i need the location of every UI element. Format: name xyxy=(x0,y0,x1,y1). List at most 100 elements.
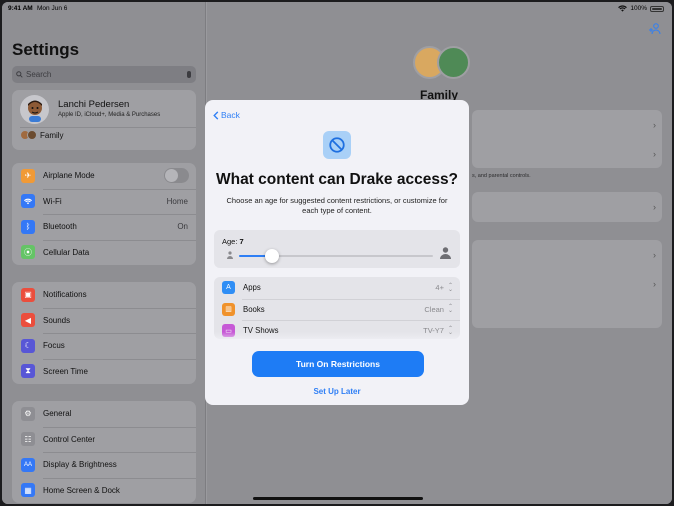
age-slider[interactable] xyxy=(239,249,433,263)
sidebar-item-display-brightness[interactable]: AA Display & Brightness xyxy=(12,452,196,478)
sidebar-item-wifi[interactable]: Wi-Fi Home xyxy=(12,188,196,215)
background-card: › › xyxy=(472,240,662,328)
background-card: › xyxy=(472,192,662,222)
airplane-icon: ✈ xyxy=(21,168,35,183)
content-type-list: A Apps 4+ ⌃⌄ ▥ Books Clean ⌃⌄ ▭ TV Shows… xyxy=(214,277,460,339)
sidebar-item-label: Home Screen & Dock xyxy=(43,485,120,495)
chevron-left-icon xyxy=(213,110,219,120)
sidebar-item-label: Control Center xyxy=(43,434,96,444)
chevron-right-icon: › xyxy=(653,202,656,212)
sliders-icon: ☷ xyxy=(21,432,35,447)
age-label-prefix: Age: xyxy=(222,237,240,246)
sidebar-item-label: Focus xyxy=(43,341,65,351)
home-indicator[interactable] xyxy=(253,497,423,500)
sidebar-item-label: Notifications xyxy=(43,290,87,300)
content-restrictions-sheet: Back What content can Drake access? Choo… xyxy=(205,100,469,405)
chevron-right-icon: › xyxy=(653,149,656,159)
background-note: s, and parental controls. xyxy=(472,173,531,179)
search-icon xyxy=(16,71,23,78)
age-label: Age: 7 xyxy=(222,237,244,246)
bell-icon: ▣ xyxy=(21,287,35,302)
microphone-icon[interactable] xyxy=(187,71,191,78)
scroll-fade xyxy=(205,332,469,344)
status-right: 100% xyxy=(618,5,664,12)
chevron-up-down-icon: ⌃⌄ xyxy=(447,304,453,315)
settings-group-notifications: ▣ Notifications ◀ Sounds ☾ Focus ⧗ Scree… xyxy=(12,282,196,384)
status-time: 9:41 AM xyxy=(8,5,33,12)
content-row-value: Clean xyxy=(424,304,444,314)
wifi-value: Home xyxy=(166,196,188,206)
settings-group-connectivity: ✈ Airplane Mode Wi-Fi Home ᛒ Bluetooth O… xyxy=(12,163,196,265)
search-placeholder: Search xyxy=(26,70,52,79)
sidebar-item-control-center[interactable]: ☷ Control Center xyxy=(12,426,196,453)
bluetooth-value: On xyxy=(177,222,188,232)
add-family-member-icon[interactable] xyxy=(648,22,662,36)
sheet-description: Choose an age for suggested content rest… xyxy=(226,196,448,215)
content-row-label: Apps xyxy=(243,283,261,293)
ipad-screen: 9:41 AM Mon Jun 6 100% Settings Search L… xyxy=(2,2,672,504)
profile-subtitle: Apple ID, iCloud+, Media & Purchases xyxy=(58,112,161,118)
sidebar-item-notifications[interactable]: ▣ Notifications xyxy=(12,282,196,308)
sidebar-item-label: General xyxy=(43,409,72,419)
back-label: Back xyxy=(221,110,240,120)
adult-person-icon xyxy=(440,247,451,259)
age-picker-card: Age: 7 xyxy=(214,230,460,268)
content-row-label: Books xyxy=(243,304,265,314)
family-member-avatar xyxy=(437,46,470,79)
settings-group-general: ⚙ General ☷ Control Center AA Display & … xyxy=(12,401,196,503)
moon-icon: ☾ xyxy=(21,338,35,353)
text-size-icon: AA xyxy=(21,457,35,472)
sidebar-item-screen-time[interactable]: ⧗ Screen Time xyxy=(12,358,196,385)
avatar xyxy=(20,95,49,124)
child-person-icon xyxy=(227,251,233,259)
profile-card[interactable]: Lanchi Pedersen Apple ID, iCloud+, Media… xyxy=(12,90,196,150)
sidebar-item-label: Screen Time xyxy=(43,366,88,376)
search-input[interactable]: Search xyxy=(12,66,196,83)
book-icon: ▥ xyxy=(222,302,235,316)
sidebar-item-general[interactable]: ⚙ General xyxy=(12,401,196,427)
family-avatars xyxy=(413,46,473,82)
sidebar-item-family[interactable]: Family xyxy=(20,130,64,140)
sidebar-item-home-screen-dock[interactable]: ▦ Home Screen & Dock xyxy=(12,477,196,504)
sidebar-item-label: Sounds xyxy=(43,315,71,325)
chevron-right-icon: › xyxy=(653,120,656,130)
sidebar-item-airplane-mode[interactable]: ✈ Airplane Mode xyxy=(12,163,196,189)
family-label: Family xyxy=(40,130,64,140)
content-row-value: 4+ xyxy=(435,283,444,293)
restriction-icon xyxy=(323,131,351,159)
prohibited-icon xyxy=(329,137,345,153)
sidebar-item-bluetooth[interactable]: ᛒ Bluetooth On xyxy=(12,214,196,240)
bluetooth-icon: ᛒ xyxy=(21,219,35,234)
back-button[interactable]: Back xyxy=(213,110,240,120)
gear-icon: ⚙ xyxy=(21,406,35,421)
sidebar-item-label: Display & Brightness xyxy=(43,460,117,470)
battery-icon xyxy=(650,5,664,12)
speaker-icon: ◀ xyxy=(21,313,35,328)
chevron-up-down-icon: ⌃⌄ xyxy=(447,282,453,293)
sidebar-item-focus[interactable]: ☾ Focus xyxy=(12,333,196,359)
age-value: 7 xyxy=(239,237,244,246)
status-date: Mon Jun 6 xyxy=(37,5,68,12)
sidebar-item-sounds[interactable]: ◀ Sounds xyxy=(12,307,196,334)
chevron-right-icon: › xyxy=(653,279,656,289)
sidebar-item-label: Wi-Fi xyxy=(43,196,62,206)
status-bar: 9:41 AM Mon Jun 6 100% xyxy=(2,2,672,16)
background-card: › › xyxy=(472,110,662,168)
turn-on-restrictions-button[interactable]: Turn On Restrictions xyxy=(252,351,424,377)
sidebar-title: Settings xyxy=(12,40,80,59)
wifi-icon xyxy=(21,194,35,209)
sidebar-item-label: Bluetooth xyxy=(43,222,77,232)
content-row-books[interactable]: ▥ Books Clean ⌃ ⌄ xyxy=(214,298,460,321)
wifi-status-icon xyxy=(618,5,628,12)
content-row-apps[interactable]: A Apps 4+ ⌃ ⌄ xyxy=(214,277,460,299)
age-slider-thumb[interactable] xyxy=(264,249,279,263)
airplane-mode-toggle[interactable] xyxy=(164,168,189,184)
divider xyxy=(20,127,196,128)
hourglass-icon: ⧗ xyxy=(21,364,35,379)
sidebar-item-label: Cellular Data xyxy=(43,247,90,257)
settings-sidebar: Settings Search Lanchi Pedersen Apple ID… xyxy=(2,2,206,504)
sidebar-item-label: Airplane Mode xyxy=(43,171,95,181)
set-up-later-button[interactable]: Set Up Later xyxy=(205,387,469,396)
app-store-icon: A xyxy=(222,281,235,295)
sidebar-item-cellular-data[interactable]: ⦿ Cellular Data xyxy=(12,239,196,266)
